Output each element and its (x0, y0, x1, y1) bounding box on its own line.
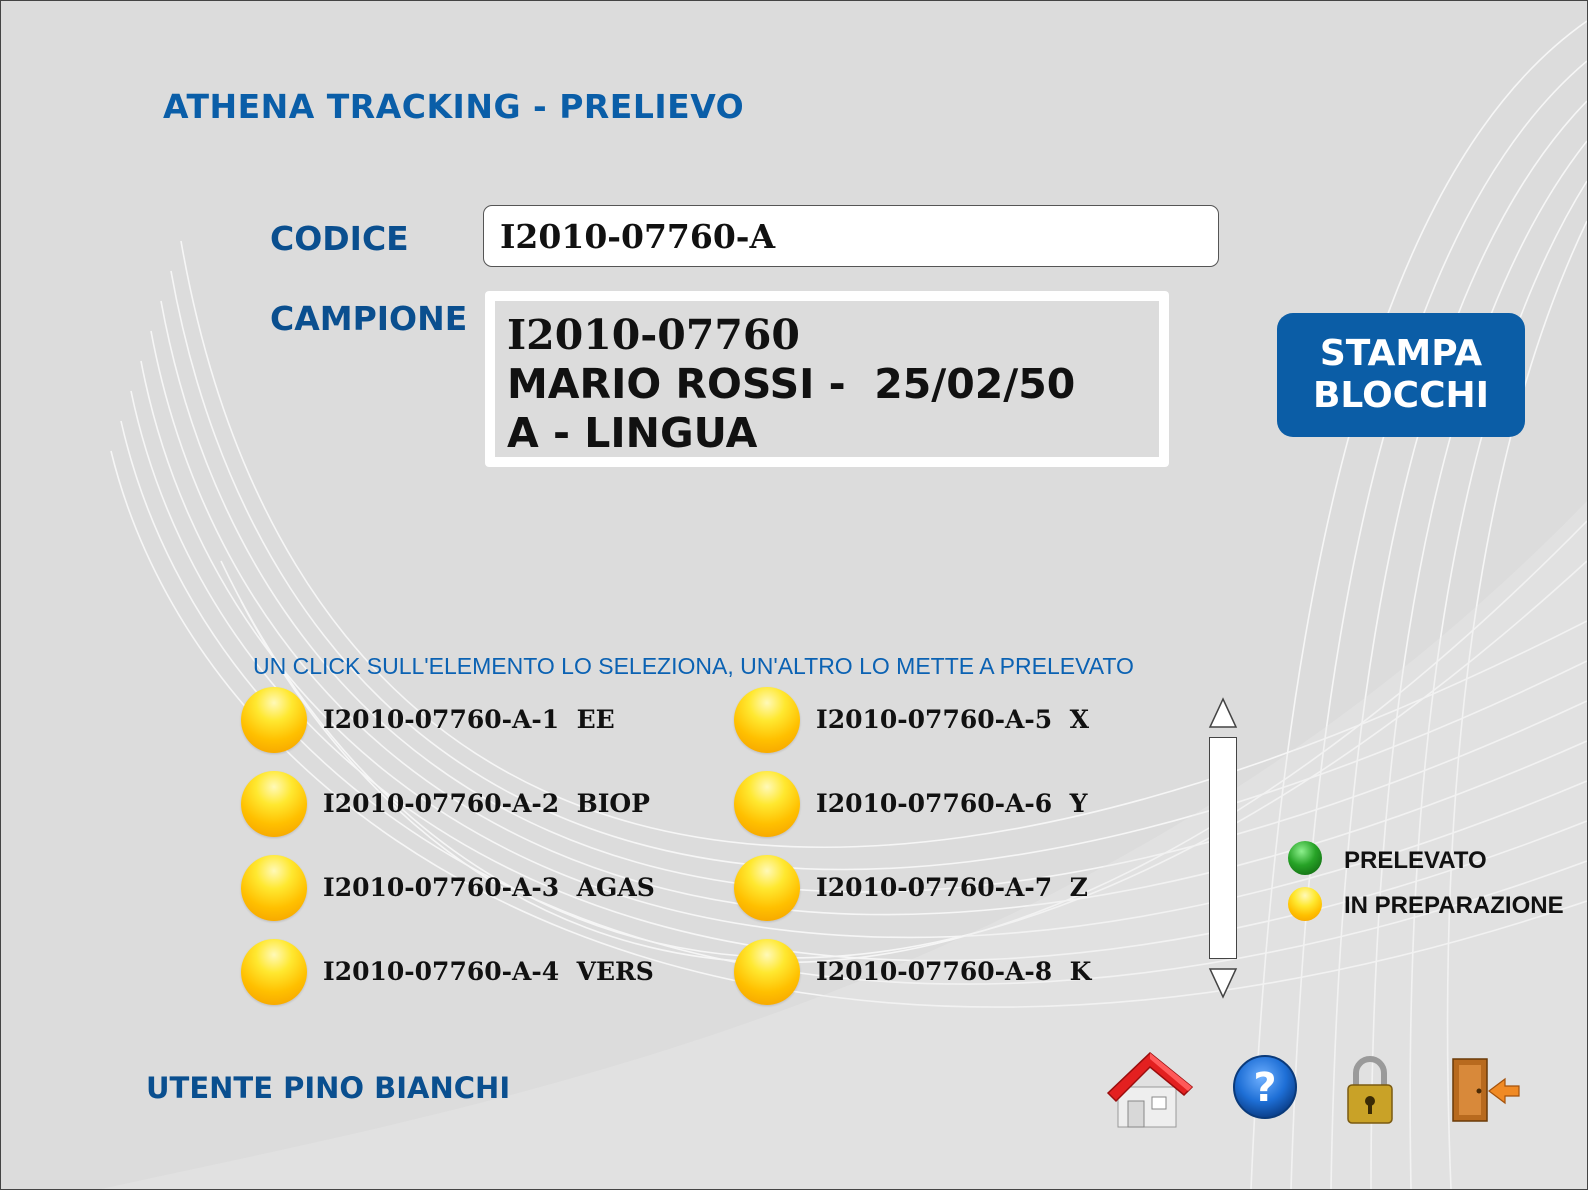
block-item-label: I2010-07760-A-8 K (816, 957, 1092, 986)
campione-line-tissue: A - LINGUA (507, 409, 758, 457)
codice-input[interactable] (483, 205, 1219, 267)
block-item-label: I2010-07760-A-1 EE (323, 705, 615, 734)
block-item-label: I2010-07760-A-4 VERS (323, 957, 654, 986)
app-screen: ATHENA TRACKING - PRELIEVO CODICE CAMPIO… (0, 0, 1588, 1190)
block-item-label: I2010-07760-A-6 Y (816, 789, 1088, 818)
campione-line-code: I2010-07760 (507, 311, 800, 359)
block-item-label: I2010-07760-A-3 AGAS (323, 873, 655, 902)
instructions-text: UN CLICK SULL'ELEMENTO LO SELEZIONA, UN'… (253, 653, 1134, 679)
legend-yellow-icon (1288, 887, 1322, 921)
page-title: ATHENA TRACKING - PRELIEVO (163, 87, 745, 126)
stampa-button-line1: STAMPA (1319, 333, 1483, 374)
user-label: UTENTE PINO BIANCHI (146, 1071, 511, 1105)
help-icon[interactable]: ? (1231, 1053, 1299, 1121)
svg-text:?: ? (1253, 1065, 1276, 1111)
status-yellow-icon (241, 687, 307, 753)
scroll-down-arrow-icon[interactable] (1208, 967, 1238, 999)
background-swoosh (101, 20, 1587, 1189)
status-yellow-icon (734, 855, 800, 921)
home-icon[interactable] (1104, 1047, 1196, 1131)
stampa-blocchi-button[interactable]: STAMPA BLOCCHI (1277, 313, 1525, 437)
legend-in-preparazione: IN PREPARAZIONE (1344, 892, 1564, 919)
status-yellow-icon (734, 771, 800, 837)
status-yellow-icon (734, 939, 800, 1005)
status-yellow-icon (241, 939, 307, 1005)
campione-label: CAMPIONE (270, 299, 468, 338)
lock-icon[interactable] (1344, 1053, 1396, 1127)
exit-icon[interactable] (1449, 1055, 1523, 1125)
status-yellow-icon (734, 687, 800, 753)
codice-label: CODICE (270, 219, 409, 258)
stampa-button-line2: BLOCCHI (1312, 375, 1490, 416)
legend-prelevato: PRELEVATO (1344, 847, 1487, 874)
scroll-up-arrow-icon[interactable] (1208, 697, 1238, 729)
block-item-label: I2010-07760-A-7 Z (816, 873, 1088, 902)
campione-line-patient: MARIO ROSSI - 25/02/50 (507, 360, 1076, 408)
scrollbar-track[interactable] (1209, 737, 1237, 959)
campione-box: I2010-07760 MARIO ROSSI - 25/02/50 A - L… (485, 291, 1169, 467)
block-item-label: I2010-07760-A-2 BIOP (323, 789, 650, 818)
legend-green-icon (1288, 841, 1322, 875)
block-item-label: I2010-07760-A-5 X (816, 705, 1089, 734)
status-yellow-icon (241, 855, 307, 921)
status-yellow-icon (241, 771, 307, 837)
